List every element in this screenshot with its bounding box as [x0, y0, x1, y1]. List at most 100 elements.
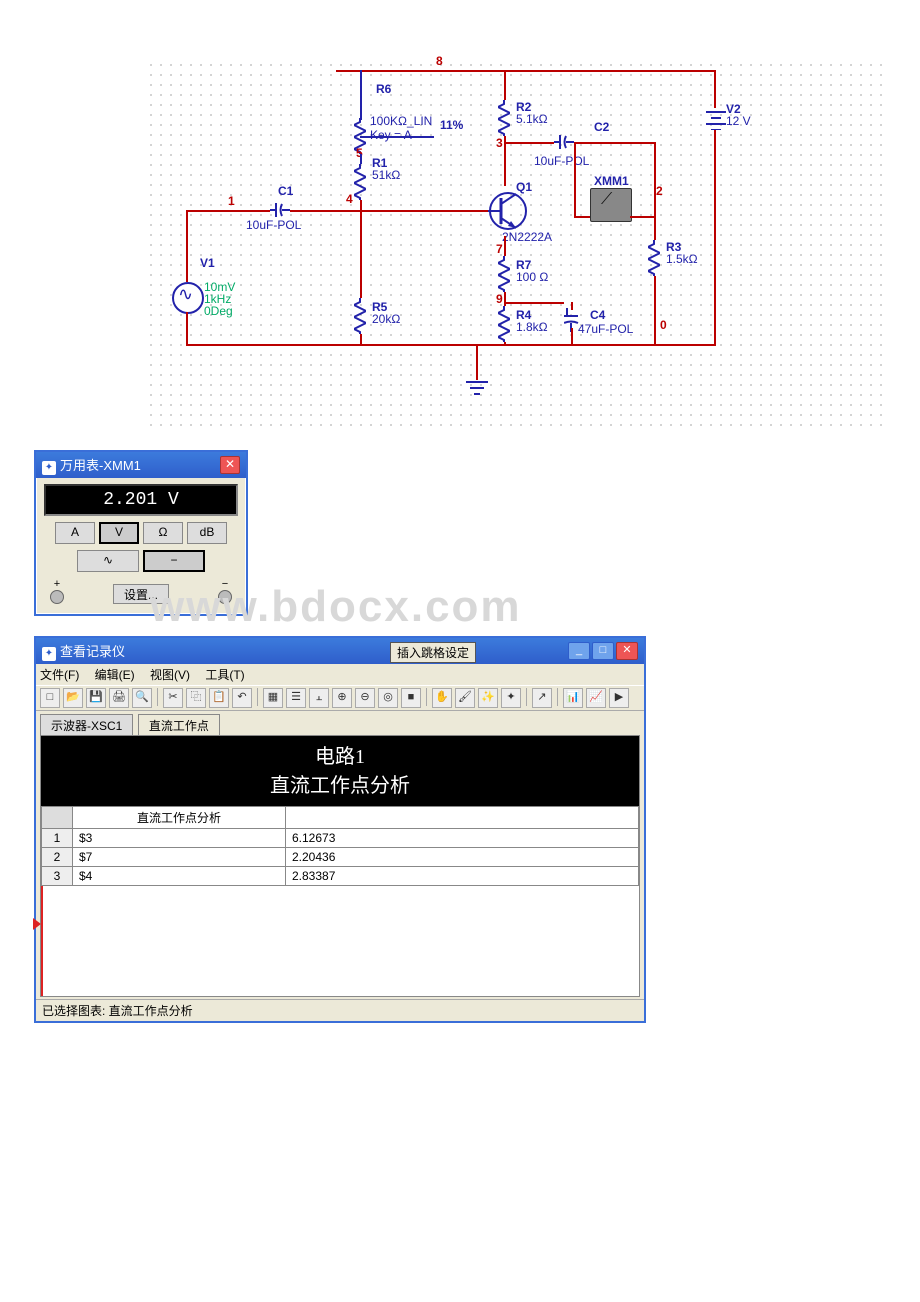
wire — [574, 142, 576, 216]
new-icon[interactable]: □ — [40, 688, 60, 708]
r5-val: 20kΩ — [372, 312, 400, 326]
r6-label: R6 — [376, 82, 391, 96]
chart2-icon[interactable]: 📈 — [586, 688, 606, 708]
row-name: $7 — [73, 848, 286, 867]
chart3-icon[interactable]: ▶ — [609, 688, 629, 708]
wire — [186, 344, 716, 346]
grid-icon[interactable]: ▦ — [263, 688, 283, 708]
v2-val: 12 V — [726, 114, 751, 128]
zoom-in-icon[interactable]: ⊕ — [332, 688, 352, 708]
wire — [571, 302, 573, 310]
col-header: 直流工作点分析 — [73, 807, 286, 829]
mode-ohm-button[interactable]: Ω — [143, 522, 183, 544]
settings-button[interactable]: 设置... — [113, 584, 169, 604]
wire — [714, 70, 716, 108]
export-icon[interactable]: ↗ — [532, 688, 552, 708]
row-name: $3 — [73, 829, 286, 848]
wire — [360, 334, 362, 344]
tab-oscilloscope[interactable]: 示波器-XSC1 — [40, 714, 133, 736]
copy-icon[interactable]: ⿻ — [186, 688, 206, 708]
v1-label: V1 — [200, 256, 215, 270]
row-value: 6.12673 — [286, 829, 639, 848]
wire — [504, 302, 564, 304]
transistor-icon — [486, 186, 530, 236]
table-row[interactable]: 2 $7 2.20436 — [42, 848, 639, 867]
table-row[interactable]: 3 $4 2.83387 — [42, 867, 639, 886]
toolbar: □ 📂 💾 🖨 🔍 ✂ ⿻ 📋 ↶ ▦ ☰ ⫠ ⊕ ⊖ ◎ ■ ✋ 🖌 ✨ ✦ … — [36, 685, 644, 711]
grapher-content: 电路1 直流工作点分析 直流工作点分析 1 $3 6.12673 2 $7 2.… — [40, 735, 640, 997]
net-label-3: 3 — [496, 136, 503, 150]
minimize-button[interactable]: _ — [568, 642, 590, 660]
chart1-icon[interactable]: 📊 — [563, 688, 583, 708]
pot-pct: 11% — [440, 118, 463, 132]
wire — [654, 276, 656, 326]
analysis-title-2: 直流工作点分析 — [41, 769, 639, 798]
terminal-minus-label: − — [218, 578, 232, 590]
c1-val: 10uF-POL — [246, 218, 301, 232]
ground-icon — [466, 380, 488, 396]
wire — [360, 154, 362, 164]
pot-label2: Key = A — [370, 128, 412, 142]
schematic-canvas[interactable]: 8 R6 100KΩ_LIN Key = A 11% 5 R1 51kΩ 4 R… — [146, 60, 886, 430]
cut-icon[interactable]: ✂ — [163, 688, 183, 708]
multimeter-readout: 2.201 V — [44, 484, 238, 516]
wire — [630, 216, 654, 218]
wand1-icon[interactable]: ✨ — [478, 688, 498, 708]
terminal-plus-label: + — [50, 578, 64, 590]
menu-bar[interactable]: 文件(F) 编辑(E) 视图(V) 工具(T) — [36, 664, 644, 685]
undo-icon[interactable]: ↶ — [232, 688, 252, 708]
color-icon[interactable]: ■ — [401, 688, 421, 708]
insert-tab-button[interactable]: 插入跳格设定 — [390, 642, 476, 663]
zoom-out-icon[interactable]: ⊖ — [355, 688, 375, 708]
r7-val: 100 Ω — [516, 270, 548, 284]
multimeter-titlebar[interactable]: ✦万用表-XMM1 ✕ — [36, 452, 246, 478]
close-button[interactable]: ✕ — [616, 642, 638, 660]
table-row[interactable]: 1 $3 6.12673 — [42, 829, 639, 848]
grapher-title-text: 查看记录仪 — [60, 644, 125, 659]
cursor-icon[interactable]: ⫠ — [309, 688, 329, 708]
menu-edit[interactable]: 编辑(E) — [95, 668, 135, 682]
wire — [476, 344, 478, 380]
mode-ac-button[interactable]: ∿ — [77, 550, 139, 572]
tab-dc-op[interactable]: 直流工作点 — [138, 714, 220, 736]
ac-source-icon — [172, 282, 204, 314]
r1-val: 51kΩ — [372, 168, 400, 182]
wire — [290, 210, 360, 212]
maximize-button[interactable]: □ — [592, 642, 614, 660]
print-icon[interactable]: 🖨 — [109, 688, 129, 708]
mode-v-button[interactable]: V — [99, 522, 139, 544]
mode-db-button[interactable]: dB — [187, 522, 227, 544]
wire — [360, 210, 488, 212]
multimeter-symbol[interactable] — [590, 188, 632, 222]
menu-view[interactable]: 视图(V) — [150, 668, 190, 682]
grapher-titlebar[interactable]: ✦ 查看记录仪 _ □ ✕ — [36, 638, 644, 664]
r2-val: 5.1kΩ — [516, 112, 548, 126]
save-icon[interactable]: 💾 — [86, 688, 106, 708]
wand2-icon[interactable]: ✦ — [501, 688, 521, 708]
q1-type: 2N2222A — [502, 230, 552, 244]
c2-val: 10uF-POL — [534, 154, 589, 168]
row-value: 2.83387 — [286, 867, 639, 886]
mode-a-button[interactable]: A — [55, 522, 95, 544]
zoom-fit-icon[interactable]: ◎ — [378, 688, 398, 708]
hand-icon[interactable]: ✋ — [432, 688, 452, 708]
open-icon[interactable]: 📂 — [63, 688, 83, 708]
brush-icon[interactable]: 🖌 — [455, 688, 475, 708]
menu-file[interactable]: 文件(F) — [40, 668, 79, 682]
wire — [360, 70, 362, 120]
multimeter-window[interactable]: ✦万用表-XMM1 ✕ 2.201 V A V Ω dB ∿ − + 设置...… — [34, 450, 248, 616]
mode-dc-button[interactable]: − — [143, 550, 205, 572]
close-button[interactable]: ✕ — [220, 456, 240, 474]
status-bar: 已选择图表: 直流工作点分析 — [36, 999, 644, 1021]
grapher-window[interactable]: ✦ 查看记录仪 _ □ ✕ 插入跳格设定 文件(F) 编辑(E) 视图(V) 工具… — [34, 636, 646, 1023]
legend-icon[interactable]: ☰ — [286, 688, 306, 708]
paste-icon[interactable]: 📋 — [209, 688, 229, 708]
menu-tools[interactable]: 工具(T) — [205, 668, 244, 682]
xmm1-label: XMM1 — [594, 174, 629, 188]
wire — [186, 210, 270, 212]
app-icon: ✦ — [42, 647, 56, 661]
row-name: $4 — [73, 867, 286, 886]
wire — [360, 200, 362, 210]
net-label-2: 2 — [656, 184, 663, 198]
preview-icon[interactable]: 🔍 — [132, 688, 152, 708]
